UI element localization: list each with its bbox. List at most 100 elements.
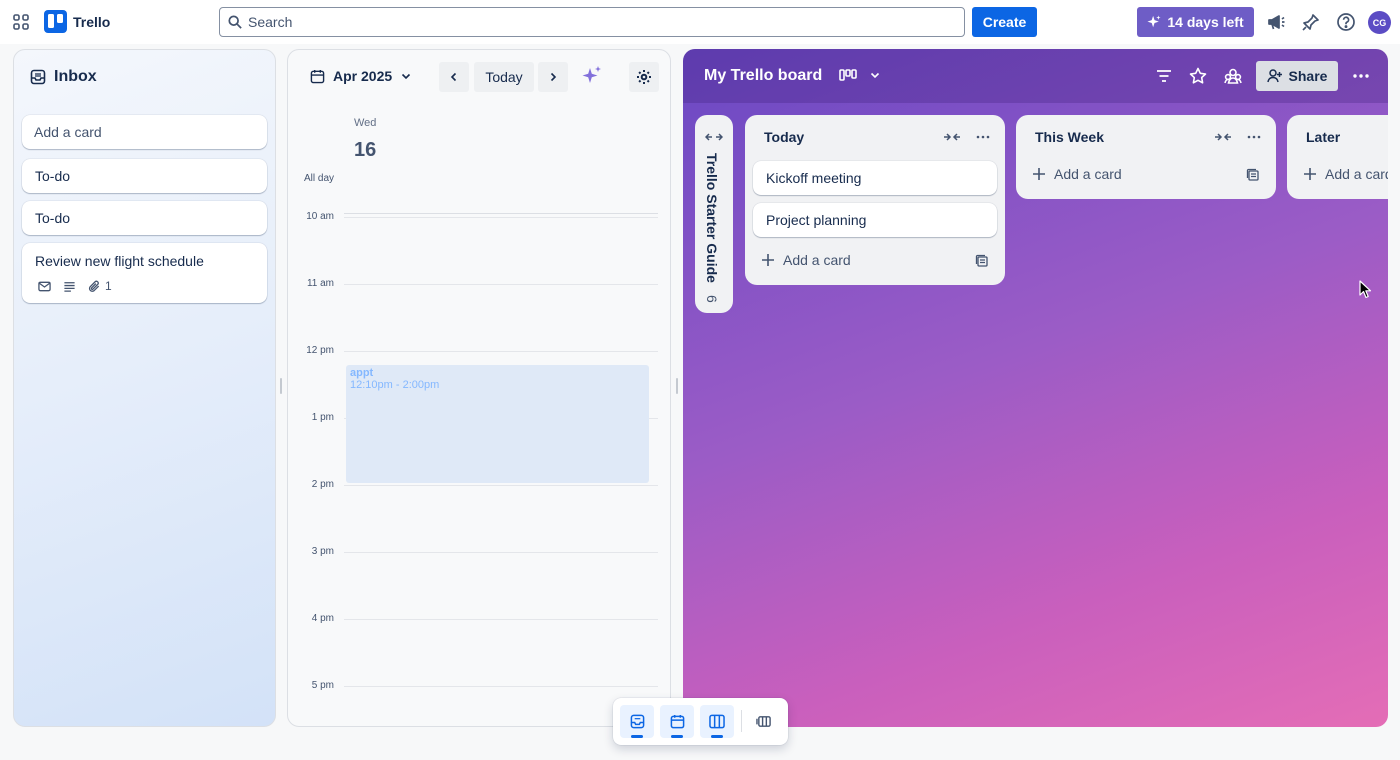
user-avatar[interactable]: CG (1368, 11, 1391, 34)
attachment-badge: 1 (88, 279, 112, 293)
switch-boards-button[interactable] (747, 705, 781, 738)
planner-calendar-panel: Apr 2025 Today Wed 16 All day 10 am 11 a… (287, 49, 671, 727)
app-switcher-icon[interactable] (12, 13, 30, 31)
list-menu-icon[interactable] (1246, 129, 1262, 145)
workspace-visibility-icon[interactable] (1223, 66, 1243, 86)
inbox-card[interactable]: To-do (22, 201, 267, 235)
all-day-divider (344, 213, 658, 214)
create-button[interactable]: Create (972, 7, 1037, 37)
all-day-label: All day (304, 173, 335, 184)
chevron-right-icon (550, 72, 557, 82)
hour-label: 3 pm (311, 546, 334, 557)
inbox-card[interactable]: Review new flight schedule 1 (22, 243, 267, 303)
add-card-button[interactable]: Add a card (761, 252, 851, 268)
event-time: 12:10pm - 2:00pm (350, 379, 440, 391)
ai-sparkle-icon[interactable] (581, 65, 603, 87)
hour-line (344, 619, 658, 620)
list-later: Later Add a card (1287, 115, 1388, 199)
inbox-card-title: Review new flight schedule (35, 253, 204, 269)
attachment-count: 1 (105, 279, 112, 293)
collapse-list-icon[interactable] (1214, 131, 1232, 143)
expand-list-icon[interactable] (705, 131, 723, 143)
list-title[interactable]: This Week (1035, 129, 1104, 145)
day-number[interactable]: 16 (354, 139, 376, 162)
add-card-button[interactable]: Add a card (1303, 166, 1388, 182)
calendar-icon (310, 69, 325, 83)
search-box[interactable] (219, 7, 965, 37)
trello-logo[interactable]: Trello (44, 10, 110, 33)
top-navigation-bar: Trello Create 14 days left CG (0, 0, 1400, 44)
list-actions (943, 129, 991, 145)
inbox-card[interactable]: To-do (22, 159, 267, 193)
board-panel: My Trello board Share Trello Starter Gui… (683, 49, 1388, 727)
card[interactable]: Kickoff meeting (753, 161, 997, 195)
chevron-down-icon (402, 73, 411, 80)
search-input[interactable] (248, 14, 928, 30)
previous-day-button[interactable] (439, 62, 469, 92)
card[interactable]: Project planning (753, 203, 997, 237)
hour-line (344, 284, 658, 285)
sparkle-icon (1147, 15, 1161, 28)
plus-icon (762, 254, 774, 266)
megaphone-icon[interactable] (1266, 12, 1286, 32)
switch-boards-icon (756, 716, 771, 727)
inbox-add-card-input[interactable]: Add a card (22, 115, 267, 149)
chevron-left-icon (450, 72, 457, 82)
today-button[interactable]: Today (474, 62, 534, 92)
share-button[interactable]: Share (1256, 61, 1338, 91)
collapse-list-icon[interactable] (943, 131, 961, 143)
search-icon (228, 15, 242, 29)
card-template-icon[interactable] (1246, 168, 1260, 182)
star-icon[interactable] (1188, 66, 1208, 86)
plus-icon (1304, 168, 1316, 180)
panel-resize-handle[interactable] (676, 378, 678, 394)
next-day-button[interactable] (538, 62, 568, 92)
collapsed-list[interactable]: Trello Starter Guide 6 (695, 115, 733, 313)
collapsed-list-count: 6 (704, 294, 720, 303)
more-options-icon[interactable] (1351, 66, 1371, 86)
board-toggle-button[interactable] (700, 705, 734, 738)
collapsed-list-name: Trello Starter Guide (704, 153, 720, 283)
mouse-cursor-icon (1359, 280, 1372, 299)
trial-days-left-button[interactable]: 14 days left (1137, 7, 1254, 37)
list-today: Today Kickoff meeting Project planning A… (745, 115, 1005, 285)
calendar-event[interactable]: appt 12:10pm - 2:00pm (346, 365, 649, 483)
list-menu-icon[interactable] (975, 129, 991, 145)
active-indicator (671, 735, 683, 738)
planner-toggle-button[interactable] (660, 705, 694, 738)
collapsed-list-title: Trello Starter Guide 6 (704, 153, 720, 303)
hour-line (344, 686, 658, 687)
inbox-panel: Inbox Add a card To-do To-do Review new … (13, 49, 276, 727)
board-icon (709, 714, 725, 729)
active-indicator (631, 735, 643, 738)
switcher-divider (741, 710, 742, 732)
notifications-icon[interactable] (1301, 12, 1321, 32)
board-title[interactable]: My Trello board (704, 67, 822, 85)
board-view-switcher[interactable] (839, 68, 881, 82)
chevron-down-icon (870, 72, 880, 79)
card-template-icon[interactable] (975, 254, 989, 268)
card-badges: 1 (38, 279, 112, 293)
month-selector[interactable]: Apr 2025 (310, 68, 412, 84)
month-label: Apr 2025 (333, 68, 393, 84)
inbox-toggle-button[interactable] (620, 705, 654, 738)
event-title: appt (350, 367, 374, 379)
add-card-button[interactable]: Add a card (1032, 166, 1122, 182)
trial-label: 14 days left (1167, 14, 1244, 30)
day-of-week: Wed (354, 117, 377, 129)
hour-line (344, 485, 658, 486)
description-icon (64, 281, 75, 292)
panel-resize-handle[interactable] (280, 378, 282, 394)
calendar-settings-button[interactable] (629, 62, 659, 92)
add-person-icon (1266, 69, 1282, 83)
inbox-header: Inbox (30, 68, 97, 86)
filter-icon[interactable] (1154, 66, 1174, 86)
list-title[interactable]: Today (764, 129, 804, 145)
list-actions (1214, 129, 1262, 145)
list-title[interactable]: Later (1306, 129, 1340, 145)
plus-icon (1033, 168, 1045, 180)
share-label: Share (1288, 68, 1328, 84)
hour-label: 2 pm (311, 479, 334, 490)
hour-line (344, 217, 658, 218)
help-icon[interactable] (1336, 12, 1356, 32)
